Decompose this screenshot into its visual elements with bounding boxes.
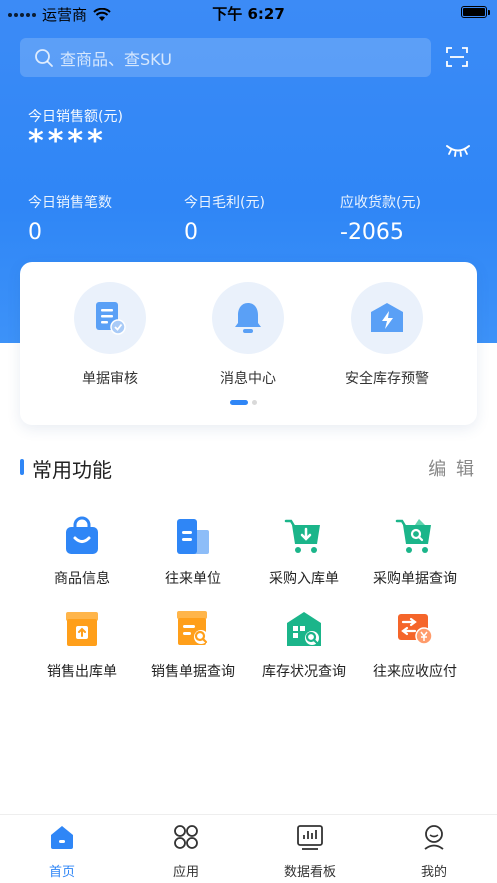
sales-label: 今日销售额(元) [28, 109, 123, 125]
function-label: 往来单位 [165, 571, 221, 587]
function-sales-outbound[interactable]: 销售出库单 [20, 609, 144, 681]
page-indicator [230, 400, 257, 405]
shopping-bag-icon [66, 516, 98, 554]
stat-value: 0 [184, 220, 198, 245]
search-placeholder: 查商品、查SKU [60, 49, 172, 69]
function-receivables-payables[interactable]: 往来应收应付 [353, 609, 477, 681]
stat-gross-profit: 今日毛利(元) 0 [184, 192, 265, 245]
home-icon [51, 826, 73, 849]
tab-dashboard[interactable]: 数据看板 [248, 823, 372, 880]
tab-label: 首页 [48, 865, 75, 880]
stat-label: 应收货款(元) [340, 195, 421, 211]
clock: 下午 6:27 [212, 5, 285, 23]
section-accent [20, 459, 24, 475]
function-sales-query[interactable]: 销售单据查询 [131, 609, 255, 681]
stat-value: 0 [28, 220, 42, 245]
tab-home[interactable]: 首页 [0, 823, 124, 880]
edit-button[interactable]: 编 辑 [428, 455, 476, 481]
function-label: 库存状况查询 [262, 664, 346, 680]
quick-item-label: 消息中心 [220, 371, 276, 387]
cart-search-icon [395, 519, 431, 553]
exchange-money-icon [398, 614, 433, 645]
stat-sales-count: 今日销售笔数 0 [28, 192, 112, 245]
dashboard-icon [297, 825, 323, 850]
stat-label: 今日销售笔数 [28, 195, 112, 211]
sales-search-icon [177, 611, 208, 645]
function-label: 商品信息 [54, 571, 110, 587]
tab-apps[interactable]: 应用 [124, 823, 248, 880]
function-purchase-query[interactable]: 采购单据查询 [353, 516, 477, 588]
stat-value: -2065 [340, 220, 404, 245]
tab-profile[interactable]: 我的 [372, 823, 496, 880]
quick-item-messages[interactable]: 消息中心 [183, 282, 313, 388]
box-out-icon [66, 612, 98, 646]
search-icon [35, 48, 53, 67]
battery-icon [461, 6, 490, 18]
warehouse-search-icon [287, 612, 321, 646]
warehouse-alert-icon [371, 303, 403, 332]
function-label: 销售单据查询 [151, 664, 235, 680]
eye-closed-icon[interactable] [445, 143, 471, 157]
function-label: 采购单据查询 [373, 571, 457, 587]
function-label: 采购入库单 [269, 571, 339, 587]
stat-label: 今日毛利(元) [184, 195, 265, 211]
quick-item-label: 单据审核 [82, 371, 138, 387]
apps-icon [174, 825, 198, 849]
quick-item-stock-alert[interactable]: 安全库存预警 [322, 282, 452, 388]
search-input[interactable]: 查商品、查SKU [20, 38, 431, 77]
building-icon [177, 519, 209, 554]
function-partners[interactable]: 往来单位 [131, 516, 255, 588]
tab-bar: 首页 应用 数据看板 我的 [0, 814, 497, 883]
scan-icon[interactable] [446, 46, 468, 68]
status-bar: 运营商 下午 6:27 [0, 0, 497, 26]
function-label: 销售出库单 [47, 664, 117, 680]
page-dot [252, 400, 257, 405]
page-dot-active [230, 400, 248, 405]
tab-label: 我的 [420, 865, 447, 880]
bell-icon [235, 303, 261, 333]
quick-item-label: 安全库存预警 [345, 371, 429, 387]
sales-value: **** [28, 124, 107, 159]
tab-label: 数据看板 [283, 865, 336, 880]
quick-item-document-review[interactable]: 单据审核 [45, 282, 175, 388]
profile-icon [424, 825, 444, 850]
function-label: 往来应收应付 [373, 664, 457, 680]
section-title: 常用功能 [32, 458, 112, 482]
function-stock-query[interactable]: 库存状况查询 [242, 609, 366, 681]
cart-in-icon [284, 519, 320, 553]
quick-actions-card: 单据审核 消息中心 安全库存预警 [20, 262, 477, 425]
stat-receivables: 应收货款(元) -2065 [340, 192, 421, 245]
function-purchase-inbound[interactable]: 采购入库单 [242, 516, 366, 588]
document-check-icon [96, 302, 126, 335]
tab-label: 应用 [172, 865, 199, 880]
function-product-info[interactable]: 商品信息 [20, 516, 144, 588]
